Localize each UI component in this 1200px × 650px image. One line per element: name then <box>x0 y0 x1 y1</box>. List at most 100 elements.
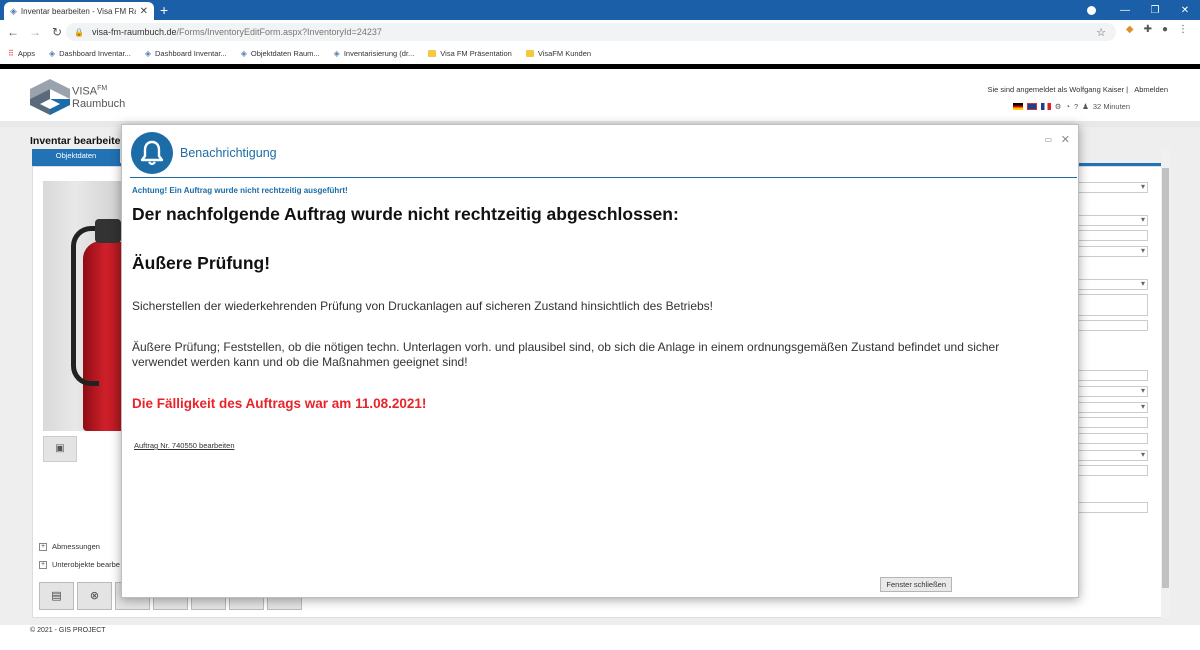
tab-objektdaten[interactable]: Objektdaten <box>32 149 120 163</box>
minimize-icon[interactable]: — <box>1110 5 1140 16</box>
lock-icon: 🔒 <box>74 27 84 37</box>
bookmark-folder[interactable]: Visa FM Präsentation <box>428 49 512 58</box>
url-path: /Forms/InventoryEditForm.aspx?InventoryI… <box>176 27 382 37</box>
reload-icon[interactable]: ↻ <box>48 25 66 39</box>
forward-icon[interactable]: → <box>26 25 44 39</box>
maximize-icon[interactable]: ▭ <box>1044 135 1052 144</box>
bookmark-apps[interactable]: ⠿ Apps <box>8 49 35 58</box>
form-dropdown[interactable] <box>1073 450 1148 461</box>
form-field[interactable] <box>1073 417 1148 428</box>
expander-unterobjekte[interactable]: + Unterobjekte bearbe <box>39 560 120 569</box>
edit-task-link[interactable]: Auftrag Nr. 740550 bearbeiten <box>134 441 235 450</box>
url-field[interactable]: 🔒 visa-fm-raumbuch.de/Forms/InventoryEdi… <box>66 23 1116 41</box>
expander-abmessungen[interactable]: + Abmessungen <box>39 542 100 551</box>
logo-text: VISAFM Raumbuch <box>72 85 126 110</box>
inventory-photo <box>43 181 123 431</box>
form-field[interactable] <box>1073 502 1148 513</box>
camera-icon: ▣ <box>55 443 65 454</box>
form-dropdown[interactable] <box>1073 182 1148 193</box>
apps-icon: ⠿ <box>8 48 14 58</box>
extension-icon[interactable]: ◆ <box>1126 24 1134 35</box>
rss-icon[interactable]: ◔ <box>1065 102 1070 111</box>
form-dropdown[interactable] <box>1073 246 1148 257</box>
folder-icon <box>428 49 437 57</box>
dialog-divider <box>130 177 1077 178</box>
close-window-button[interactable]: Fenster schließen <box>880 577 952 592</box>
close-icon[interactable]: ✕ <box>1061 133 1070 146</box>
logout-link[interactable]: Abmelden <box>1134 85 1168 94</box>
bookmarks-bar: ⠿ Apps ◈ Dashboard Inventar... ◈ Dashboard … <box>0 44 1200 62</box>
form-dropdown[interactable] <box>1073 386 1148 397</box>
bookmark-item[interactable]: ◈ Dashboard Inventar... <box>145 49 227 58</box>
bookmark-item[interactable]: ◈ Objektdaten Raum... <box>241 49 320 58</box>
save-button[interactable]: ▤ <box>39 582 74 610</box>
warning-text: Achtung! Ein Auftrag wurde nicht rechtze… <box>132 186 348 195</box>
bookmark-item[interactable]: ◈ Inventarisierung (dr... <box>334 49 415 58</box>
form-spinner[interactable] <box>1073 294 1148 316</box>
profile-icon[interactable] <box>1087 5 1096 15</box>
flag-fr-icon[interactable] <box>1040 103 1051 110</box>
browser-tab[interactable]: ◈ Inventar bearbeiten - Visa FM Ra ✕ <box>4 2 154 20</box>
browser-titlebar: ◈ Inventar bearbeiten - Visa FM Ra ✕ + —… <box>0 0 1200 20</box>
form-dropdown[interactable] <box>1073 215 1148 226</box>
extinguisher-hose <box>71 226 99 386</box>
task-description-short: Sicherstellen der wiederkehrenden Prüfun… <box>132 299 713 313</box>
window-controls: — ❐ ✕ <box>1087 0 1200 20</box>
form-dropdown[interactable] <box>1073 402 1148 413</box>
tab-title: Inventar bearbeiten - Visa FM Ra <box>20 6 136 16</box>
visa-icon: ◈ <box>333 48 340 58</box>
visa-icon: ◈ <box>240 48 247 58</box>
task-name: Äußere Prüfung! <box>132 253 271 273</box>
tab-close-icon[interactable]: ✕ <box>140 6 148 17</box>
visa-icon: ◈ <box>10 5 17 16</box>
account-icon[interactable]: ● <box>1162 24 1168 35</box>
save-icon: ▤ <box>51 590 62 602</box>
bookmark-folder[interactable]: VisaFM Kunden <box>525 49 591 58</box>
gear-icon[interactable]: ⚙ <box>1055 102 1062 111</box>
bell-small-icon: ♟ <box>1082 102 1089 111</box>
form-field[interactable] <box>1073 433 1148 444</box>
bookmark-item[interactable]: ◈ Dashboard Inventar... <box>49 49 131 58</box>
form-field[interactable] <box>1073 230 1148 241</box>
dialog-header: Benachrichtigung ▭ ✕ <box>122 125 1078 177</box>
form-field[interactable] <box>1073 370 1148 381</box>
address-bar: ← → ↻ 🔒 visa-fm-raumbuch.de/Forms/Invent… <box>0 20 1200 44</box>
plus-icon: + <box>39 542 47 551</box>
visa-icon: ◈ <box>48 48 56 58</box>
language-flags: ⚙ ◔ ? ♟ 32 Minuten <box>1012 102 1130 111</box>
folder-icon <box>525 49 534 57</box>
form-dropdown[interactable] <box>1073 279 1148 290</box>
form-field[interactable] <box>1073 465 1148 476</box>
camera-button[interactable]: ▣ <box>43 436 77 462</box>
extension-icons: ◆ ✚ ● ⋮ <box>1126 24 1188 35</box>
puzzle-icon[interactable]: ✚ <box>1144 24 1152 35</box>
flag-uk-icon[interactable] <box>1026 103 1037 110</box>
bell-icon <box>131 132 173 174</box>
scrollbar-thumb[interactable] <box>1162 168 1169 588</box>
task-description-long: Äußere Prüfung; Feststellen, ob die nöti… <box>132 340 1000 369</box>
restore-icon[interactable]: ❐ <box>1140 5 1170 16</box>
session-timer: 32 Minuten <box>1092 102 1130 111</box>
new-tab-icon[interactable]: + <box>160 2 168 18</box>
app-header: VISAFM Raumbuch Sie sind angemeldet als … <box>0 69 1200 121</box>
page-title: Inventar bearbeiten <box>30 135 127 147</box>
visa-logo-icon <box>30 79 70 115</box>
form-field[interactable] <box>1073 320 1148 331</box>
footer: © 2021 - GIS PROJECT <box>30 627 106 634</box>
dialog-headline: Der nachfolgende Auftrag wurde nicht rec… <box>132 204 679 224</box>
close-window-icon[interactable]: ✕ <box>1170 5 1200 16</box>
menu-icon[interactable]: ⋮ <box>1178 24 1188 35</box>
back-icon[interactable]: ← <box>4 25 22 39</box>
notification-dialog: Benachrichtigung ▭ ✕ Achtung! Ein Auftra… <box>121 124 1079 598</box>
plus-icon: + <box>39 560 47 569</box>
flag-de-icon[interactable] <box>1012 103 1023 110</box>
bookmark-star-icon[interactable]: ☆ <box>1096 26 1106 39</box>
cancel-icon: ⊗ <box>89 590 100 602</box>
url-host: visa-fm-raumbuch.de <box>91 27 177 37</box>
extinguisher-head <box>95 219 121 243</box>
help-icon[interactable]: ? <box>1074 102 1078 111</box>
login-info: Sie sind angemeldet als Wolfgang Kaiser … <box>987 85 1168 94</box>
visa-icon: ◈ <box>144 48 151 58</box>
page-scrollbar[interactable] <box>1161 148 1170 618</box>
cancel-button[interactable]: ⊗ <box>77 582 112 610</box>
